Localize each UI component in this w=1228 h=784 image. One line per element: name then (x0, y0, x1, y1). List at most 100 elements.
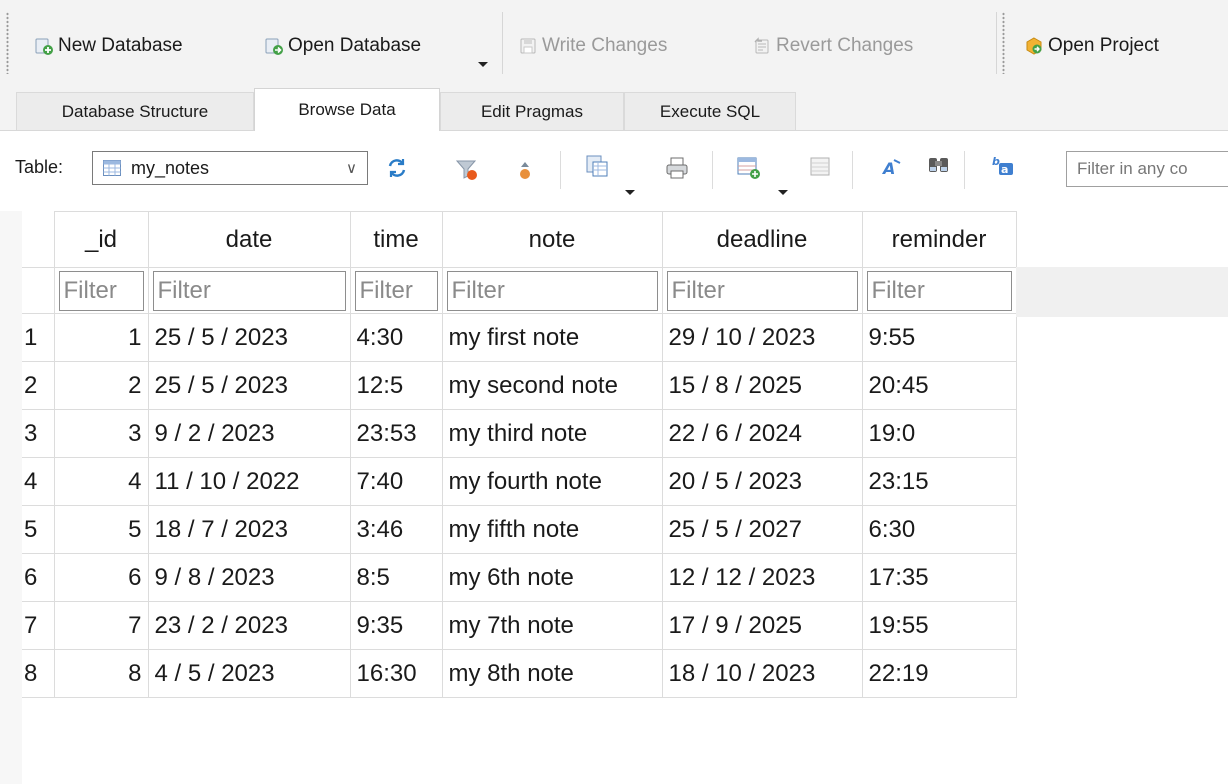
insert-record-icon[interactable] (736, 155, 762, 181)
table-row[interactable]: 884 / 5 / 2023 16:30 my 8th note 18 / 10 / … (22, 649, 1017, 698)
cell-time[interactable]: 16:30 (349, 649, 443, 698)
cell-date[interactable]: 11 / 10 / 2022 (147, 457, 351, 506)
column-header-note[interactable]: note (441, 211, 663, 268)
cell-deadline[interactable]: 12 / 12 / 2023 (661, 553, 863, 602)
set-encoding-icon[interactable]: b a (990, 153, 1016, 179)
table-select[interactable]: my_notes ∨ (92, 151, 368, 185)
cell-id[interactable]: 7 (53, 601, 149, 650)
cell-time[interactable]: 7:40 (349, 457, 443, 506)
tab-database-structure[interactable]: Database Structure (16, 92, 254, 130)
tab-edit-pragmas[interactable]: Edit Pragmas (440, 92, 624, 130)
save-results-dropdown-arrow[interactable] (625, 190, 635, 195)
cell-date[interactable]: 4 / 5 / 2023 (147, 649, 351, 698)
filter-input-date[interactable]: Filter (152, 270, 346, 311)
cell-note[interactable]: my 6th note (441, 553, 663, 602)
cell-time[interactable]: 4:30 (349, 313, 443, 362)
tab-browse-data[interactable]: Browse Data (254, 88, 440, 131)
row-number[interactable]: 6 (22, 553, 55, 602)
cell-time[interactable]: 8:5 (349, 553, 443, 602)
toolbar-grip[interactable] (1002, 12, 1005, 74)
cell-deadline[interactable]: 15 / 8 / 2025 (661, 361, 863, 410)
find-replace-icon[interactable]: A (880, 155, 906, 181)
table-row[interactable]: 5 5 18 / 7 / 2023 3:46 my fifth note 25 / 5 /… (22, 505, 1017, 554)
cell-time[interactable]: 23:53 (349, 409, 443, 458)
new-database-button[interactable]: New Database (34, 32, 183, 60)
table-row[interactable]: 7 7 23 / 2 / 2023 9:35 my 7th note 17 / 9 / 2… (22, 601, 1017, 650)
row-number[interactable]: 3 (22, 409, 55, 458)
cell-deadline[interactable]: 29 / 10 / 2023 (661, 313, 863, 362)
corner-cell[interactable] (22, 211, 55, 268)
table-row[interactable]: 4 4 11 / 10 / 2022 7:40 my fourth note 20 / 5… (22, 457, 1017, 506)
column-header-reminder[interactable]: reminder (861, 211, 1017, 268)
revert-changes-button[interactable]: Revert Changes (752, 32, 913, 60)
cell-id[interactable]: 2 (53, 361, 149, 410)
clear-filters-icon[interactable] (454, 157, 480, 183)
cell-deadline[interactable]: 20 / 5 / 2023 (661, 457, 863, 506)
column-header-date[interactable]: date (147, 211, 351, 268)
cell-date[interactable]: 23 / 2 / 2023 (147, 601, 351, 650)
filter-input-deadline[interactable]: Filter (666, 270, 858, 311)
cell-reminder[interactable]: 19:0 (861, 409, 1017, 458)
column-header-time[interactable]: time (349, 211, 443, 268)
write-changes-button[interactable]: Write Changes (518, 32, 667, 60)
cell-note[interactable]: my fifth note (441, 505, 663, 554)
print-icon[interactable] (664, 155, 690, 181)
open-project-button[interactable]: Open Project (1024, 32, 1159, 60)
cell-note[interactable]: my 7th note (441, 601, 663, 650)
cell-note[interactable]: my second note (441, 361, 663, 410)
refresh-icon[interactable] (384, 155, 410, 181)
filter-input-reminder[interactable]: Filter (866, 270, 1012, 311)
cell-reminder[interactable]: 6:30 (861, 505, 1017, 554)
open-database-dropdown-arrow[interactable] (478, 62, 488, 67)
row-number[interactable]: 2 (22, 361, 55, 410)
cell-reminder[interactable]: 19:55 (861, 601, 1017, 650)
cell-date[interactable]: 9 / 2 / 2023 (147, 409, 351, 458)
cell-date[interactable]: 25 / 5 / 2023 (147, 313, 351, 362)
toolbar-grip[interactable] (6, 12, 9, 74)
clear-sort-icon[interactable] (512, 157, 538, 183)
cell-note[interactable]: my first note (441, 313, 663, 362)
cell-id[interactable]: 3 (53, 409, 149, 458)
cell-time[interactable]: 3:46 (349, 505, 443, 554)
cell-reminder[interactable]: 20:45 (861, 361, 1017, 410)
insert-record-dropdown-arrow[interactable] (778, 190, 788, 195)
cell-note[interactable]: my fourth note (441, 457, 663, 506)
cell-deadline[interactable]: 22 / 6 / 2024 (661, 409, 863, 458)
cell-reminder[interactable]: 9:55 (861, 313, 1017, 362)
cell-date[interactable]: 9 / 8 / 2023 (147, 553, 351, 602)
column-header-deadline[interactable]: deadline (661, 211, 863, 268)
row-number[interactable]: 8 (22, 649, 55, 698)
cell-deadline[interactable]: 18 / 10 / 2023 (661, 649, 863, 698)
row-number[interactable]: 7 (22, 601, 55, 650)
cell-date[interactable]: 25 / 5 / 2023 (147, 361, 351, 410)
cell-id[interactable]: 5 (53, 505, 149, 554)
save-results-icon[interactable] (584, 153, 610, 179)
filter-any-column-input[interactable]: Filter in any co (1066, 151, 1228, 187)
tab-execute-sql[interactable]: Execute SQL (624, 92, 796, 130)
cell-note[interactable]: my third note (441, 409, 663, 458)
table-row[interactable]: 2 2 25 / 5 / 2023 12:5 my second note 15 / 8 … (22, 361, 1017, 410)
row-number[interactable]: 4 (22, 457, 55, 506)
cell-id[interactable]: 1 (53, 313, 149, 362)
cell-id[interactable]: 4 (53, 457, 149, 506)
open-database-button[interactable]: Open Database (264, 32, 421, 60)
filter-input-id[interactable]: Filter (58, 270, 144, 311)
cell-id[interactable]: 8 (53, 649, 149, 698)
cell-reminder[interactable]: 17:35 (861, 553, 1017, 602)
cell-time[interactable]: 9:35 (349, 601, 443, 650)
filter-input-time[interactable]: Filter (354, 270, 438, 311)
filter-input-note[interactable]: Filter (446, 270, 658, 311)
cell-reminder[interactable]: 23:15 (861, 457, 1017, 506)
cell-time[interactable]: 12:5 (349, 361, 443, 410)
row-number[interactable]: 5 (22, 505, 55, 554)
delete-record-icon[interactable] (808, 155, 834, 181)
column-header-id[interactable]: _id (53, 211, 149, 268)
table-row[interactable]: 1 1 25 / 5 / 2023 4:30 my first note 29 / 10 … (22, 313, 1017, 362)
cell-deadline[interactable]: 17 / 9 / 2025 (661, 601, 863, 650)
table-row[interactable]: 339 / 2 / 2023 23:53 my third note 22 / 6 /… (22, 409, 1017, 458)
cell-deadline[interactable]: 25 / 5 / 2027 (661, 505, 863, 554)
find-icon[interactable] (926, 153, 952, 179)
cell-note[interactable]: my 8th note (441, 649, 663, 698)
table-row[interactable]: 669 / 8 / 2023 8:5 my 6th note 12 / 12 / 20… (22, 553, 1017, 602)
cell-date[interactable]: 18 / 7 / 2023 (147, 505, 351, 554)
